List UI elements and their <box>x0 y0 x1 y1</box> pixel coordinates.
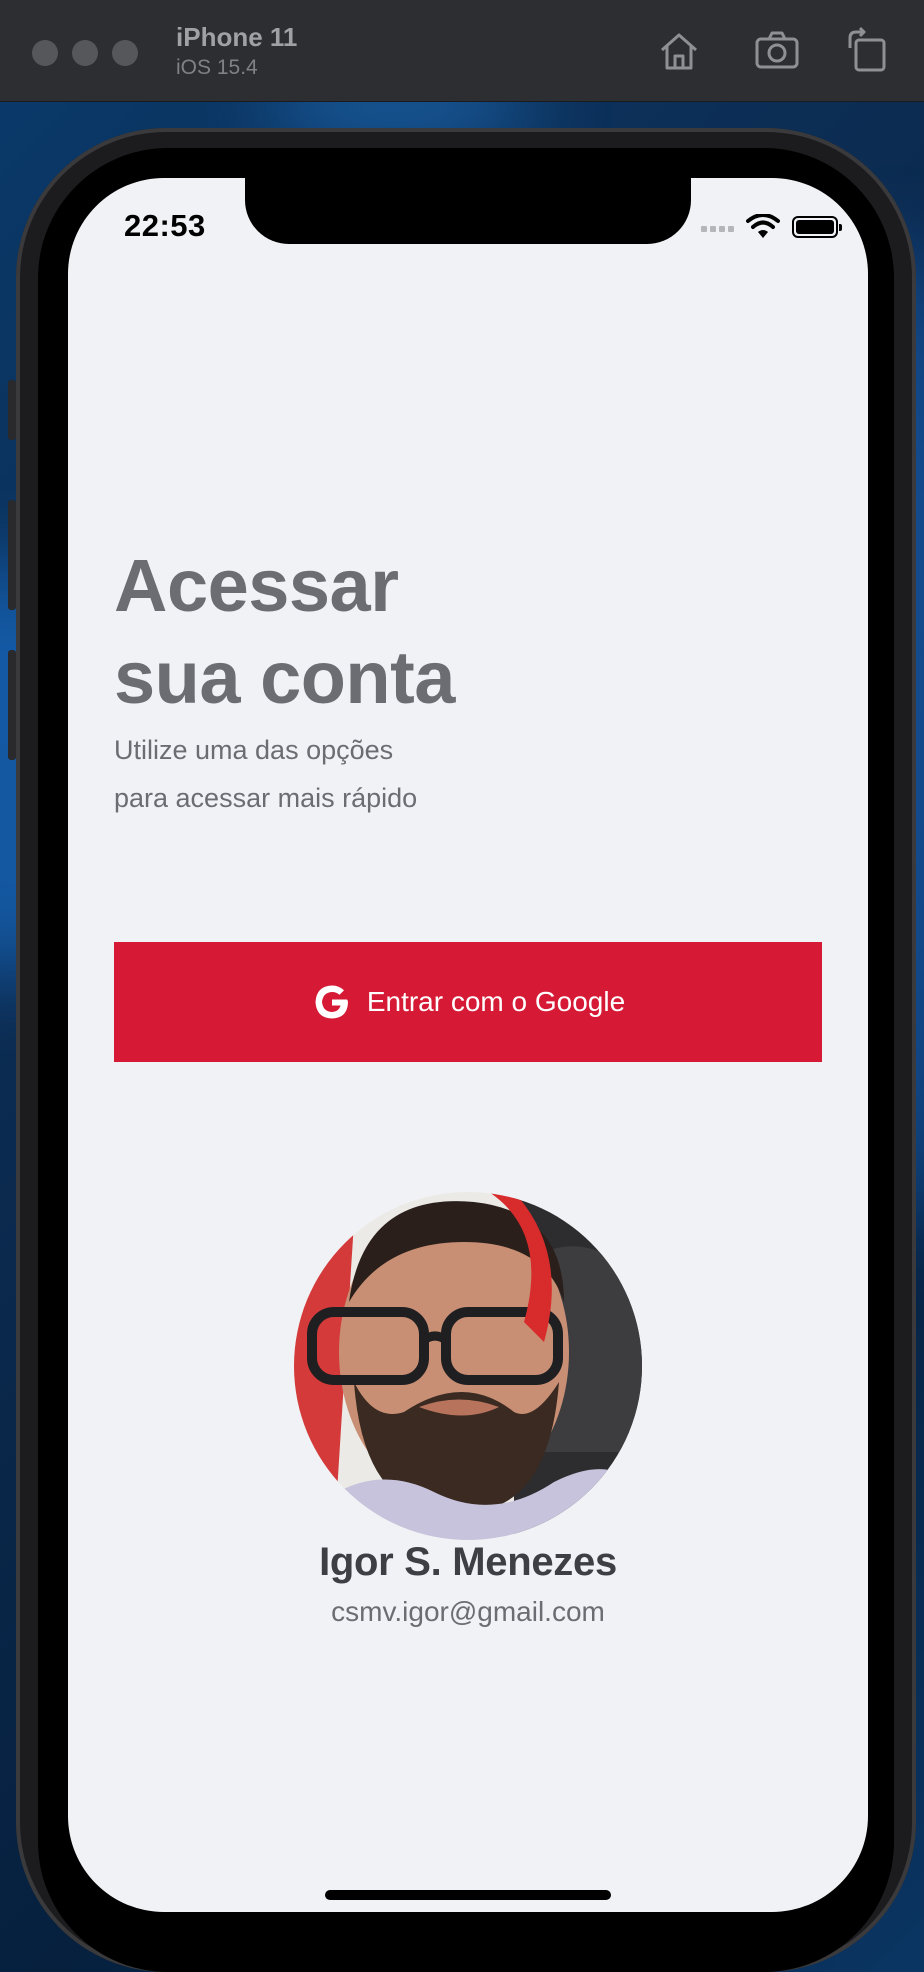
battery-icon <box>792 216 842 238</box>
subtitle-line: para acessar mais rápido <box>114 783 418 813</box>
title-line: sua conta <box>114 636 455 719</box>
title-line: Acessar <box>114 544 399 627</box>
simulator-os-version: iOS 15.4 <box>176 56 258 79</box>
status-time: 22:53 <box>124 208 206 243</box>
google-signin-label: Entrar com o Google <box>366 986 626 1017</box>
desktop-background: iPhone 11 iOS 15.4 22:53 Acessar sua con… <box>0 0 924 1972</box>
page-title: Acessar sua conta <box>114 540 455 724</box>
user-email: csmv.igor@gmail.com <box>331 1596 605 1627</box>
wifi-icon <box>746 214 780 238</box>
avatar <box>294 1192 642 1540</box>
simulator-device-name: iPhone 11 <box>176 22 298 52</box>
volume-down-button <box>8 650 16 760</box>
cellular-signal-icon <box>701 222 734 232</box>
google-icon <box>315 985 348 1019</box>
home-indicator[interactable] <box>325 1890 611 1900</box>
status-icons <box>701 214 842 240</box>
google-signin-button[interactable]: Entrar com o Google <box>114 942 822 1062</box>
zoom-window-button[interactable] <box>112 40 138 66</box>
mute-switch <box>8 380 16 440</box>
subtitle-line: Utilize uma das opções <box>114 735 394 765</box>
user-name: Igor S. Menezes <box>319 1540 617 1584</box>
minimize-window-button[interactable] <box>72 40 98 66</box>
volume-up-button <box>8 500 16 610</box>
home-icon[interactable] <box>654 26 704 76</box>
close-window-button[interactable] <box>32 40 58 66</box>
screenshot-icon[interactable] <box>752 26 802 76</box>
notch <box>245 178 691 244</box>
simulator-titlebar: iPhone 11 iOS 15.4 <box>0 0 924 102</box>
phone-screen: 22:53 Acessar sua conta Utilize uma das … <box>68 178 868 1912</box>
page-subtitle: Utilize uma das opções para acessar mais… <box>114 726 417 822</box>
rotate-icon[interactable] <box>842 26 892 76</box>
